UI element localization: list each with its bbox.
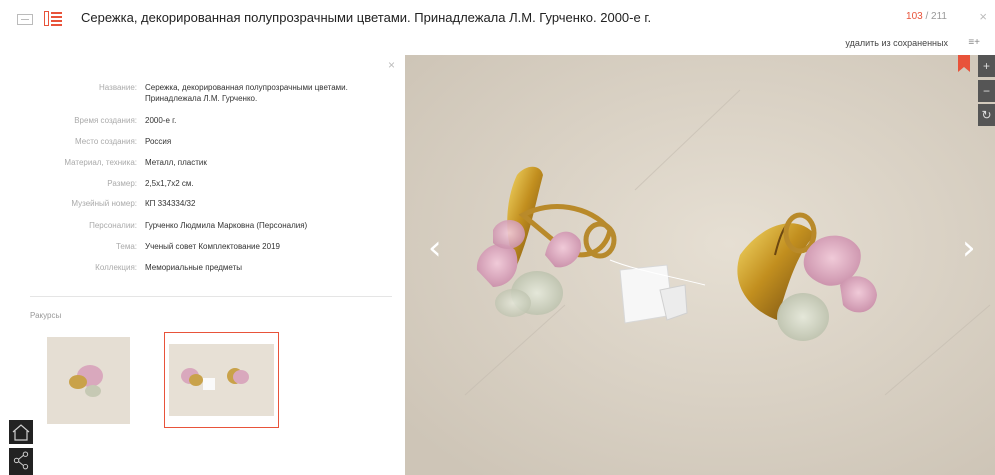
zoom-out-button[interactable]: − bbox=[978, 80, 995, 102]
saved-list-icon[interactable]: ≡+ bbox=[968, 37, 980, 48]
field-label: Материал, техника: bbox=[64, 158, 137, 167]
field-value: 2000-е г. bbox=[145, 116, 177, 125]
field-label: Персоналии: bbox=[89, 221, 137, 230]
zoom-in-button[interactable]: + bbox=[978, 55, 995, 77]
item-counter: 103 / 211 bbox=[906, 11, 947, 22]
close-icon[interactable]: × bbox=[979, 9, 987, 24]
next-image-arrow[interactable]: › bbox=[962, 228, 976, 268]
thumbnail-view-1[interactable] bbox=[47, 337, 130, 424]
top-bar: Сережка, декорированная полупрозрачными … bbox=[0, 0, 995, 36]
counter-total: 211 bbox=[931, 11, 947, 22]
image-viewer[interactable] bbox=[405, 55, 995, 475]
page-title: Сережка, декорированная полупрозрачными … bbox=[81, 10, 652, 25]
panel-close-icon[interactable]: × bbox=[388, 58, 395, 72]
field-value[interactable]: Ученый совет Комплектование 2019 bbox=[145, 241, 385, 252]
prev-image-arrow[interactable]: ‹ bbox=[428, 228, 442, 268]
field-value: Сережка, декорированная полупрозрачными … bbox=[145, 83, 348, 103]
field-label: Тема: bbox=[115, 242, 137, 251]
field-label: Название: bbox=[99, 83, 137, 92]
grid-view-icon[interactable] bbox=[17, 14, 33, 25]
field-value: КП 334334/32 bbox=[145, 199, 196, 208]
field-value: Россия bbox=[145, 137, 172, 146]
field-value[interactable]: Гурченко Людмила Марковна (Персоналия) bbox=[145, 220, 385, 231]
views-section-label: Ракурсы bbox=[30, 311, 62, 320]
remove-from-saved-button[interactable]: удалить из сохраненных bbox=[845, 38, 948, 48]
thumbnail-view-2[interactable] bbox=[169, 344, 274, 416]
field-label: Музейный номер: bbox=[71, 199, 137, 208]
field-label: Место создания: bbox=[75, 137, 137, 146]
list-view-icon[interactable] bbox=[44, 11, 62, 26]
artifact-photo bbox=[405, 55, 995, 475]
field-value: 2,5х1,7х2 см. bbox=[145, 179, 194, 188]
counter-current: 103 bbox=[906, 11, 923, 22]
field-label: Размер: bbox=[107, 179, 137, 188]
field-label: Время создания: bbox=[74, 116, 137, 125]
divider bbox=[30, 296, 392, 297]
share-icon[interactable] bbox=[9, 448, 33, 475]
field-value[interactable]: Мемориальные предметы bbox=[145, 262, 385, 273]
field-value: Металл, пластик bbox=[145, 158, 207, 167]
bookmark-icon[interactable] bbox=[958, 55, 970, 72]
reset-view-button[interactable]: ↻ bbox=[978, 104, 995, 126]
field-label: Коллекция: bbox=[95, 263, 137, 272]
home-icon[interactable] bbox=[9, 420, 33, 444]
counter-separator: / bbox=[922, 11, 932, 22]
